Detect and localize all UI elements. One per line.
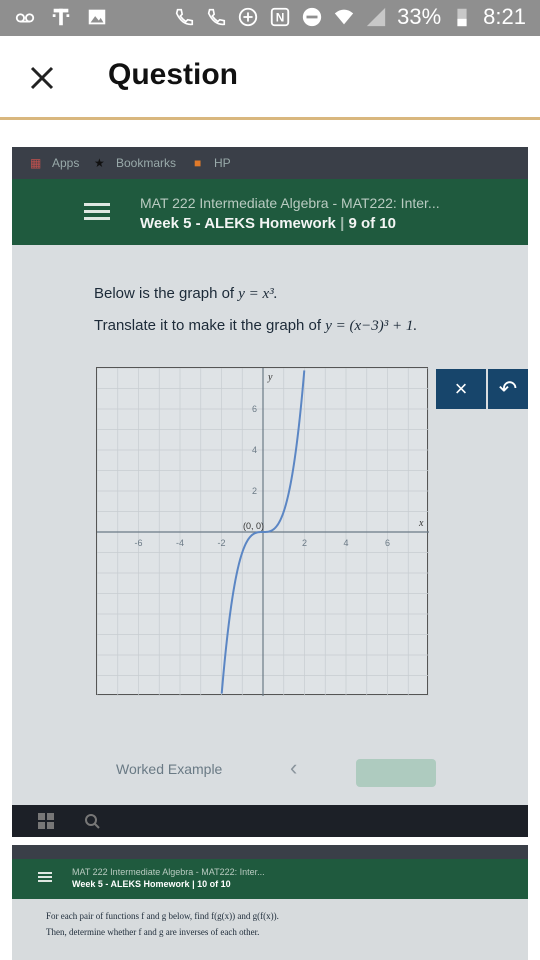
y-tick-label: 2 [252,486,257,496]
cubic-graph[interactable]: -6 -4 -2 2 4 6 6 4 2 y x (0, 0) [96,367,430,697]
course-title-2: MAT 222 Intermediate Algebra - MAT222: I… [72,867,265,877]
clear-button[interactable]: × [436,369,486,409]
question-progress: 9 of 10 [348,215,396,232]
windows-taskbar [12,805,528,837]
question-content: Below is the graph of y = x³. Translate … [12,245,528,805]
status-right: N 33% 8:21 [173,4,526,30]
clock: 8:21 [483,4,526,29]
point-label: (0, 0) [243,521,264,531]
x-tick-label: 2 [302,538,307,548]
x-tick-label: -6 [134,538,142,548]
menu-icon-2[interactable] [38,871,52,883]
previous-button[interactable]: ‹ [290,755,297,781]
question-line-2-math: y = (x−3)³ + 1. [325,318,418,334]
menu-icon[interactable] [84,201,110,223]
gallery-icon [88,9,106,25]
question-line-2-text: Translate it to make it the graph of [94,317,326,334]
apps-icon: ▦ [30,156,42,170]
svg-text:N: N [276,11,285,25]
bookmarks-bar: ▦ Apps ★ Bookmarks ■ HP [12,147,528,179]
next-question-photo[interactable]: MAT 222 Intermediate Algebra - MAT222: I… [12,845,528,960]
homework-title-2: Week 5 - ALEKS Homework | 10 of 10 [72,879,231,889]
homework-title: Week 5 - ALEKS Homework | 9 of 10 [140,215,396,232]
status-bar: N 33% 8:21 [0,0,540,36]
x-tick-label: -4 [176,538,184,548]
windows-start-icon[interactable] [38,813,54,829]
bookmarks-bar-2 [12,845,528,859]
wifi-icon [334,9,354,25]
worked-example-link[interactable]: Worked Example [116,761,222,777]
question-line-1-text: Below is the graph of [94,285,239,302]
nfc-icon: N [270,7,290,27]
wifi-call-icon [175,8,194,26]
dnd-icon [302,7,322,27]
question-line-1: Below is the graph of y = x³. [94,285,277,303]
question-progress-2: 10 of 10 [197,879,231,889]
question-photo[interactable]: ▦ Apps ★ Bookmarks ■ HP MAT 222 Intermed… [12,147,528,837]
bookmark-bookmarks[interactable]: Bookmarks [116,156,176,170]
x-axis-label: x [418,518,424,529]
call-icon [207,8,226,26]
close-icon[interactable] [24,60,60,96]
battery-icon [457,8,467,27]
data-saver-icon [238,7,258,27]
homework-name-2: Week 5 - ALEKS Homework [72,879,190,889]
folder-icon: ■ [194,156,202,170]
aleks-header: MAT 222 Intermediate Algebra - MAT222: I… [12,179,528,245]
y-tick-label: 6 [252,404,257,414]
x-tick-label: 4 [343,538,348,548]
aleks-header-2: MAT 222 Intermediate Algebra - MAT222: I… [12,859,528,899]
x-tick-label: 6 [385,538,390,548]
search-icon[interactable] [84,813,100,829]
battery-percent: 33% [397,4,442,29]
question-line-2: Translate it to make it the graph of y =… [94,317,417,335]
y-tick-label: 4 [252,445,257,455]
t-mobile-icon [52,8,70,26]
question-2-line-1: For each pair of functions f and g below… [46,911,279,921]
question-2-line-2: Then, determine whether f and g are inve… [46,927,260,937]
y-axis-label: y [267,372,273,383]
course-title: MAT 222 Intermediate Algebra - MAT222: I… [140,195,440,211]
undo-button[interactable]: ↶ [488,369,528,409]
next-button[interactable] [356,759,436,787]
page-title: Question [108,58,239,91]
x-tick-label: -2 [217,538,225,548]
bookmark-hp[interactable]: HP [214,156,231,170]
status-left-icons [14,6,108,28]
homework-name: Week 5 - ALEKS Homework [140,215,336,232]
voicemail-icon [15,13,35,23]
question-line-1-math: y = x³. [238,286,278,302]
graph-panel[interactable]: -6 -4 -2 2 4 6 6 4 2 y x (0, 0) [96,367,430,697]
bookmark-apps[interactable]: Apps [52,156,79,170]
app-bar: Question [0,36,540,120]
signal-icon [366,7,386,27]
star-icon: ★ [94,156,105,170]
